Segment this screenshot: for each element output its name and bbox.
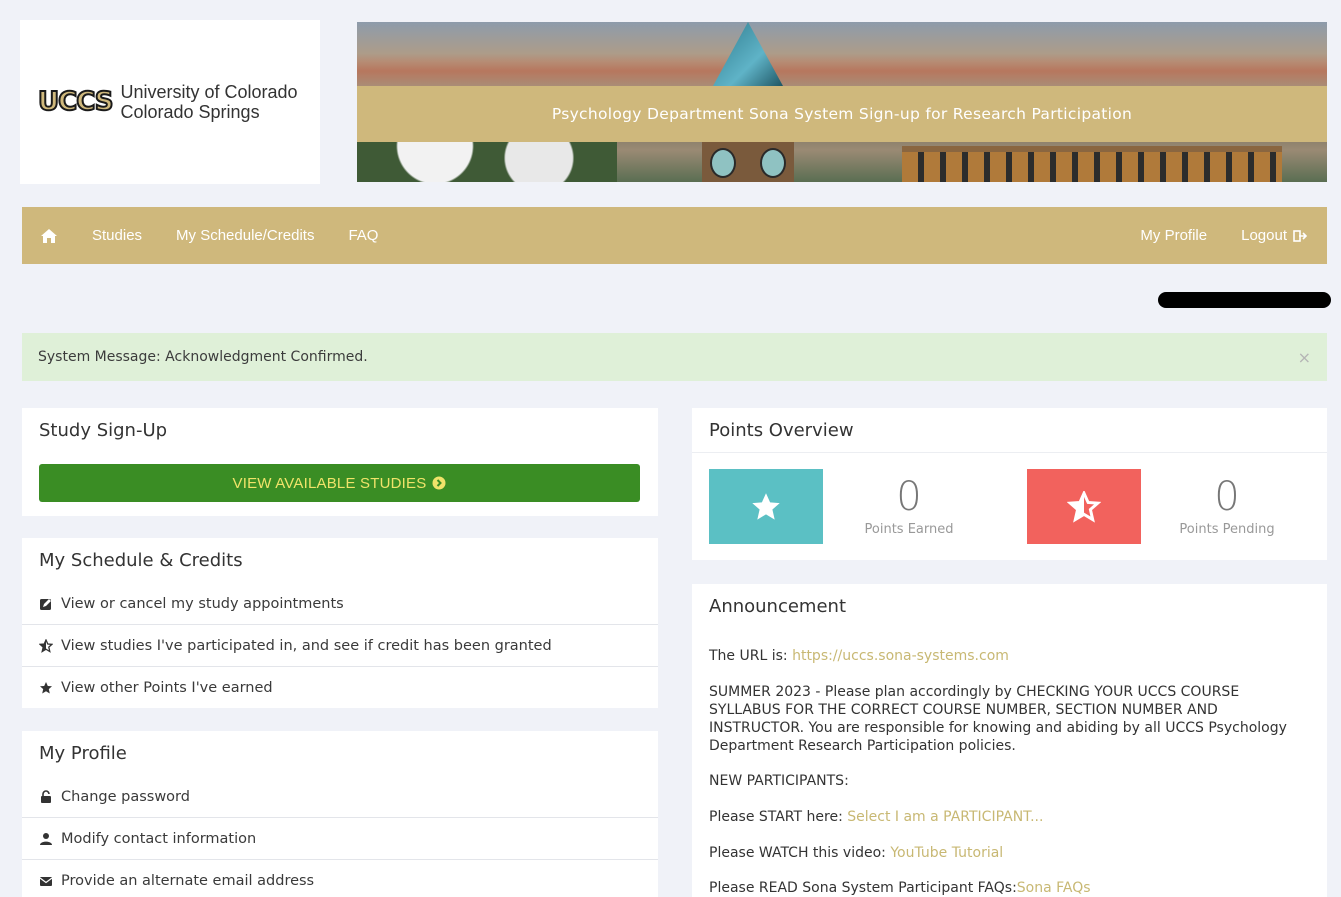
watch-prefix: Please WATCH this video: — [709, 845, 891, 861]
select-participant-link[interactable]: Select I am a PARTICIPANT... — [847, 809, 1043, 825]
study-signup-title: Study Sign-Up — [39, 420, 168, 441]
banner-clock — [702, 142, 794, 182]
change-password-link[interactable]: Change password — [22, 776, 658, 818]
view-studies-label: VIEW AVAILABLE STUDIES — [232, 474, 427, 492]
redacted-username — [1158, 292, 1331, 308]
schedule-credits-panel: My Schedule & Credits View or cancel my … — [22, 538, 658, 708]
modify-contact-info-link[interactable]: Modify contact information — [22, 817, 658, 859]
star-icon — [752, 492, 780, 520]
unlock-icon — [41, 790, 51, 803]
system-message-alert: System Message: Acknowledgment Confirmed… — [22, 333, 1327, 381]
sona-url-link[interactable]: https://uccs.sona-systems.com — [792, 648, 1009, 664]
logo-line-1: University of Colorado — [120, 82, 298, 102]
sign-out-icon — [1293, 229, 1307, 242]
announcement-url-line: The URL is: https://uccs.sona-systems.co… — [709, 647, 1309, 665]
nav-logout[interactable]: Logout — [1241, 227, 1307, 244]
list-item-label: Modify contact information — [61, 830, 257, 847]
nav-logout-label: Logout — [1241, 227, 1287, 244]
points-pending-label: Points Pending — [1179, 522, 1275, 537]
start-here-line: Please START here: Select I am a PARTICI… — [709, 808, 1309, 826]
points-pending-badge — [1027, 469, 1141, 544]
nav-my-profile[interactable]: My Profile — [1140, 227, 1207, 244]
list-item-label: View or cancel my study appointments — [61, 596, 344, 612]
points-pending-value: 0 — [1214, 474, 1240, 520]
nav-faq[interactable]: FAQ — [348, 227, 378, 244]
url-prefix: The URL is: — [709, 648, 793, 664]
banner-title: Psychology Department Sona System Sign-u… — [357, 86, 1327, 142]
university-name: University of Colorado Colorado Springs — [120, 82, 297, 122]
points-earned-value: 0 — [896, 474, 922, 520]
view-available-studies-button[interactable]: VIEW AVAILABLE STUDIES — [39, 464, 640, 502]
logo-line-2: Colorado Springs — [120, 102, 260, 122]
points-overview-title: Points Overview — [709, 420, 854, 441]
alternate-email-link[interactable]: Provide an alternate email address — [22, 859, 658, 897]
edit-icon — [40, 599, 51, 610]
main-navbar: Studies My Schedule/Credits FAQ My Profi… — [22, 207, 1327, 264]
schedule-credits-title: My Schedule & Credits — [39, 550, 243, 571]
start-prefix: Please START here: — [709, 809, 848, 825]
watch-video-line: Please WATCH this video: YouTube Tutoria… — [709, 844, 1309, 862]
announcement-panel: Announcement The URL is: https://uccs.so… — [692, 584, 1327, 897]
read-faq-line: Please READ Sona System Participant FAQs… — [709, 879, 1309, 897]
points-overview-panel: Points Overview 0 Points Earned 0 Points… — [692, 408, 1327, 560]
star-icon — [40, 681, 52, 693]
view-cancel-appointments-link[interactable]: View or cancel my study appointments — [22, 583, 658, 625]
list-item-label: Change password — [61, 789, 190, 805]
points-earned-badge — [709, 469, 823, 544]
nav-my-schedule-credits[interactable]: My Schedule/Credits — [176, 227, 314, 244]
points-earned-label: Points Earned — [864, 522, 954, 537]
view-other-points-link[interactable]: View other Points I've earned — [22, 666, 658, 708]
announcement-title: Announcement — [709, 596, 847, 617]
new-participants-heading: NEW PARTICIPANTS: — [709, 773, 849, 789]
my-profile-title: My Profile — [39, 743, 127, 764]
list-item-label: View studies I've participated in, and s… — [61, 637, 552, 654]
university-logo[interactable]: UCCS University of Colorado Colorado Spr… — [20, 20, 320, 184]
uccs-logo-mark: UCCS — [37, 86, 115, 118]
banner-building — [902, 146, 1282, 182]
chevron-circle-right-icon — [432, 476, 446, 490]
list-item-label: Provide an alternate email address — [61, 872, 315, 889]
list-item-label: View other Points I've earned — [61, 679, 273, 696]
announcement-summer-notice: SUMMER 2023 - Please plan accordingly by… — [709, 684, 1287, 754]
system-message-text: System Message: Acknowledgment Confirmed… — [38, 349, 368, 365]
nav-studies[interactable]: Studies — [92, 227, 142, 244]
star-half-icon — [1067, 490, 1101, 523]
my-profile-panel: My Profile Change password Modify contac… — [22, 731, 658, 897]
view-participated-studies-link[interactable]: View studies I've participated in, and s… — [22, 624, 658, 666]
star-half-icon — [39, 638, 53, 653]
home-icon[interactable] — [40, 228, 58, 244]
alert-close-icon[interactable]: × — [1298, 348, 1311, 367]
read-prefix: Please READ Sona System Participant FAQs… — [709, 880, 1017, 896]
header-banner: Psychology Department Sona System Sign-u… — [357, 22, 1327, 182]
sona-faqs-link[interactable]: Sona FAQs — [1017, 880, 1091, 896]
youtube-tutorial-link[interactable]: YouTube Tutorial — [890, 845, 1003, 861]
study-signup-panel: Study Sign-Up VIEW AVAILABLE STUDIES — [22, 408, 658, 516]
banner-mountains — [357, 22, 1327, 92]
user-icon — [40, 832, 52, 845]
envelope-icon — [39, 876, 53, 886]
